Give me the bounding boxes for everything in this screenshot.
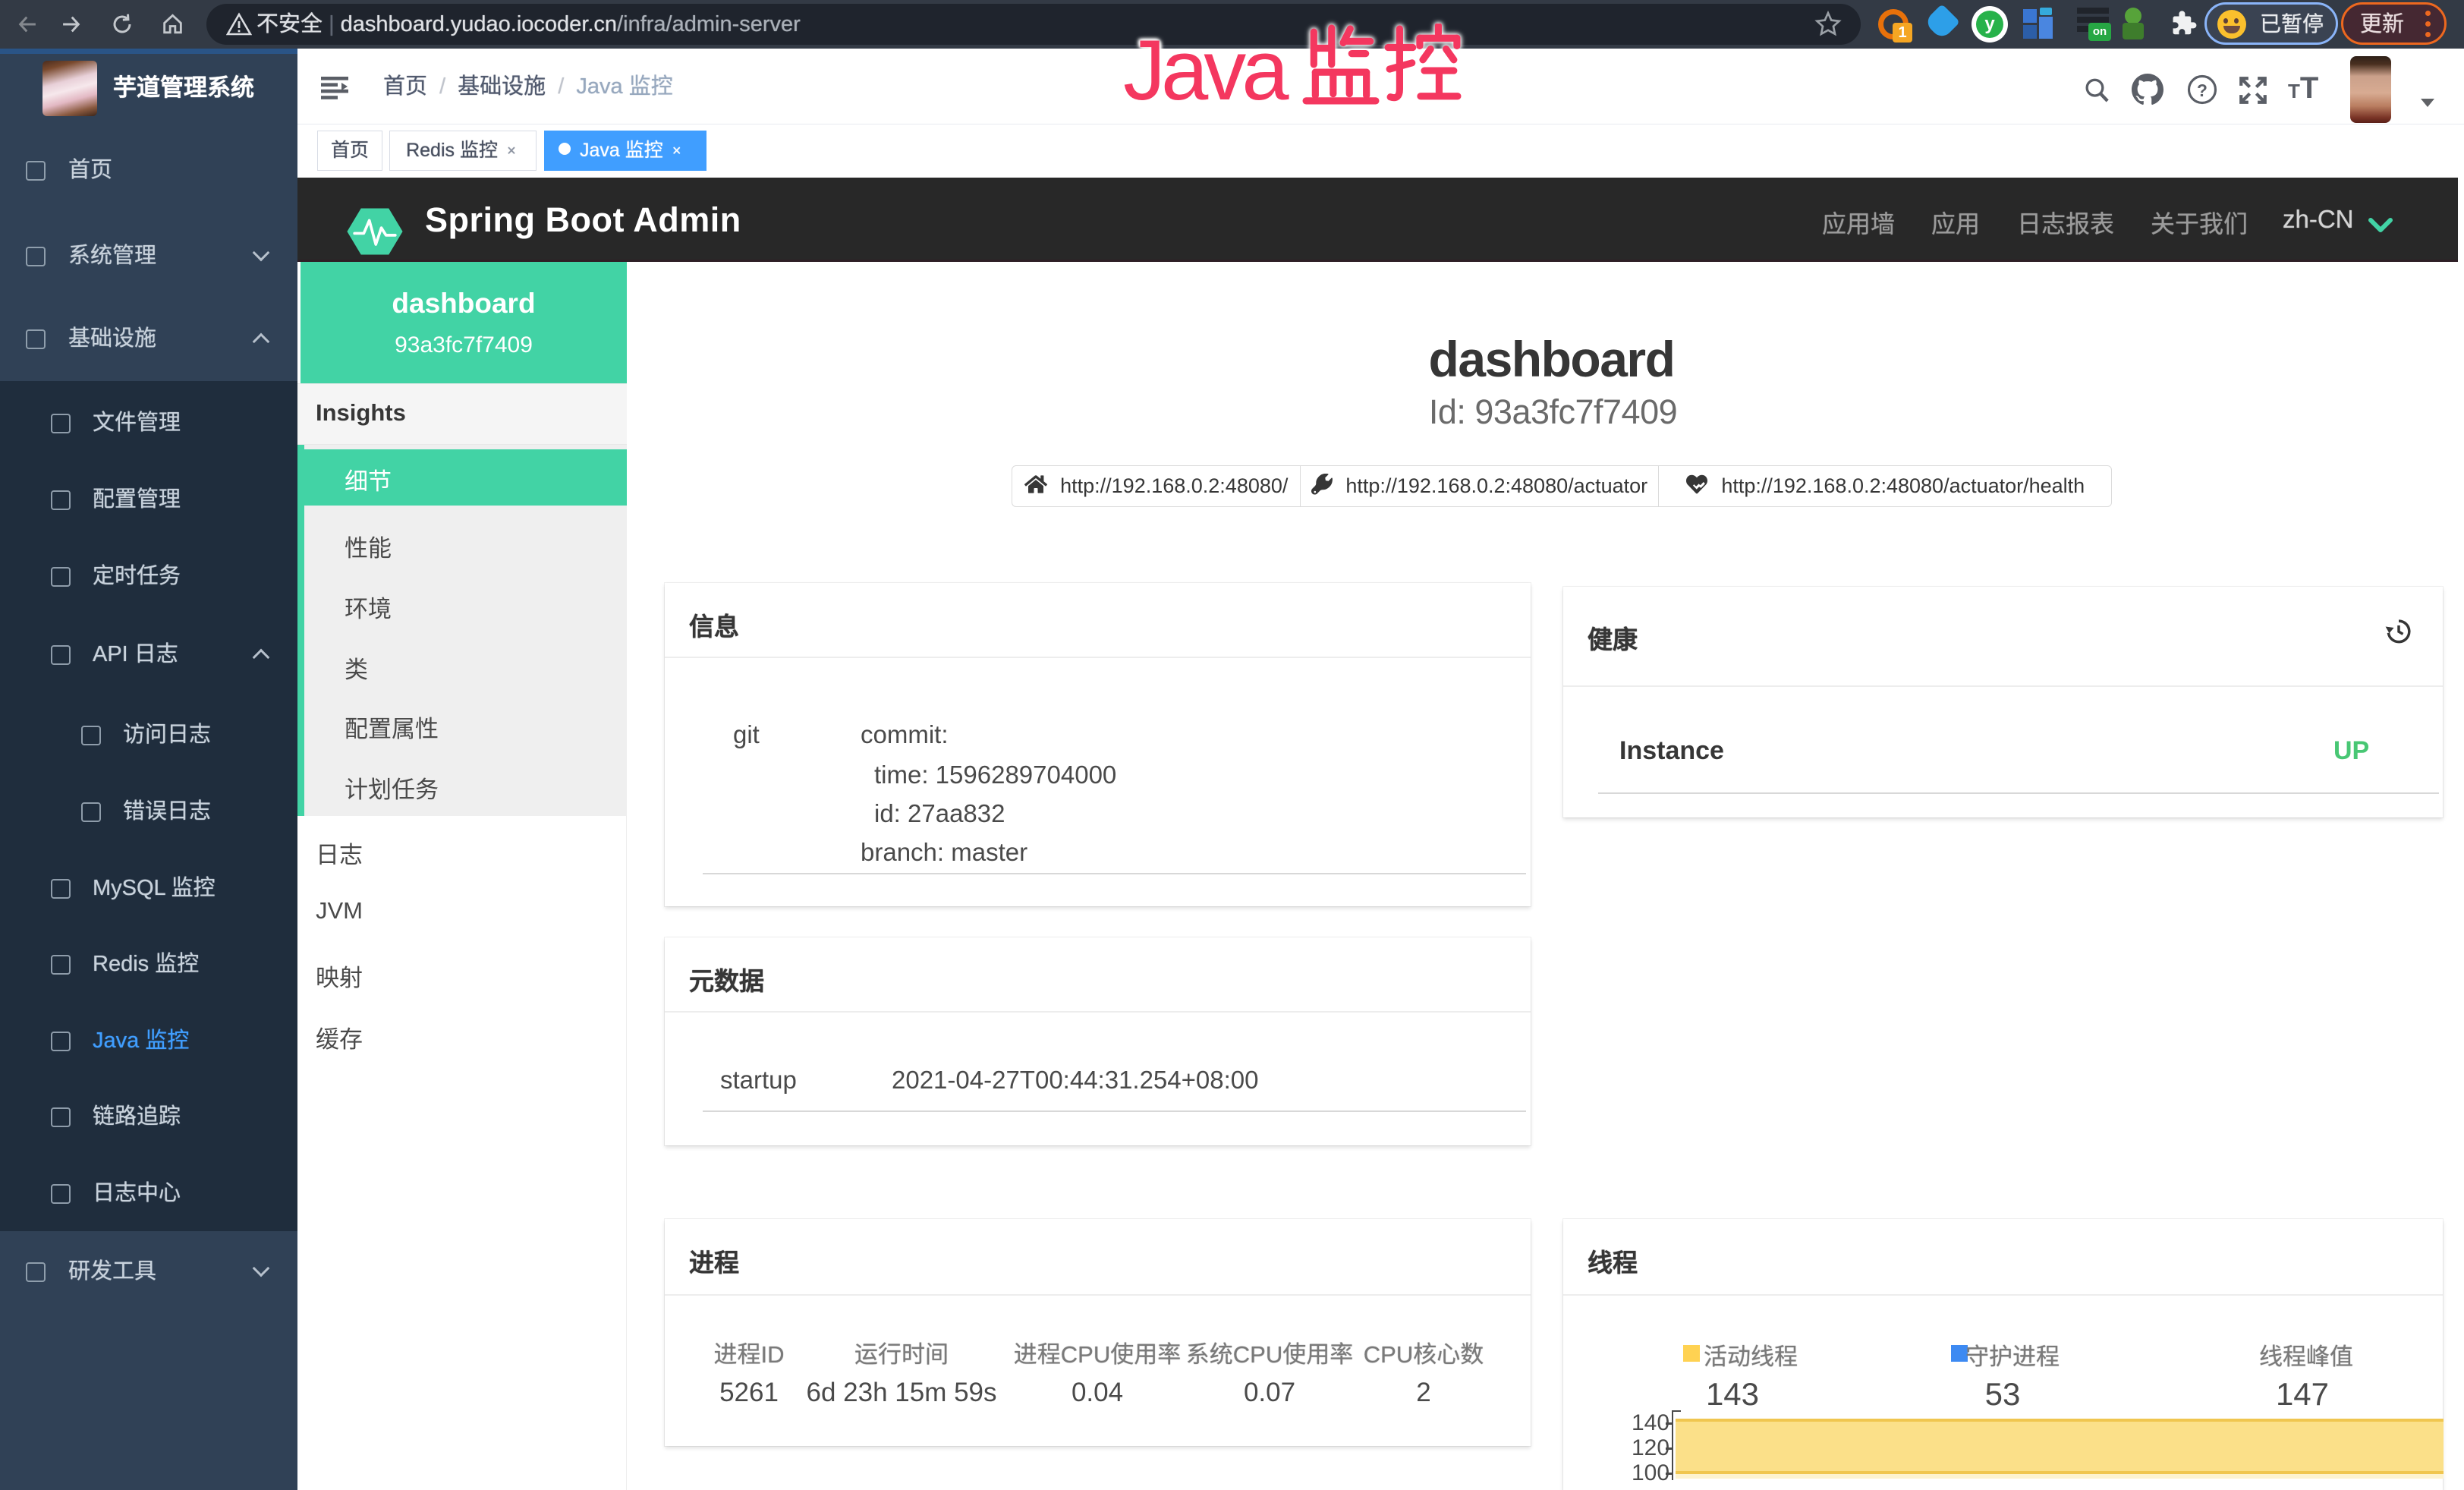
svg-text:?: ?	[2197, 80, 2208, 100]
